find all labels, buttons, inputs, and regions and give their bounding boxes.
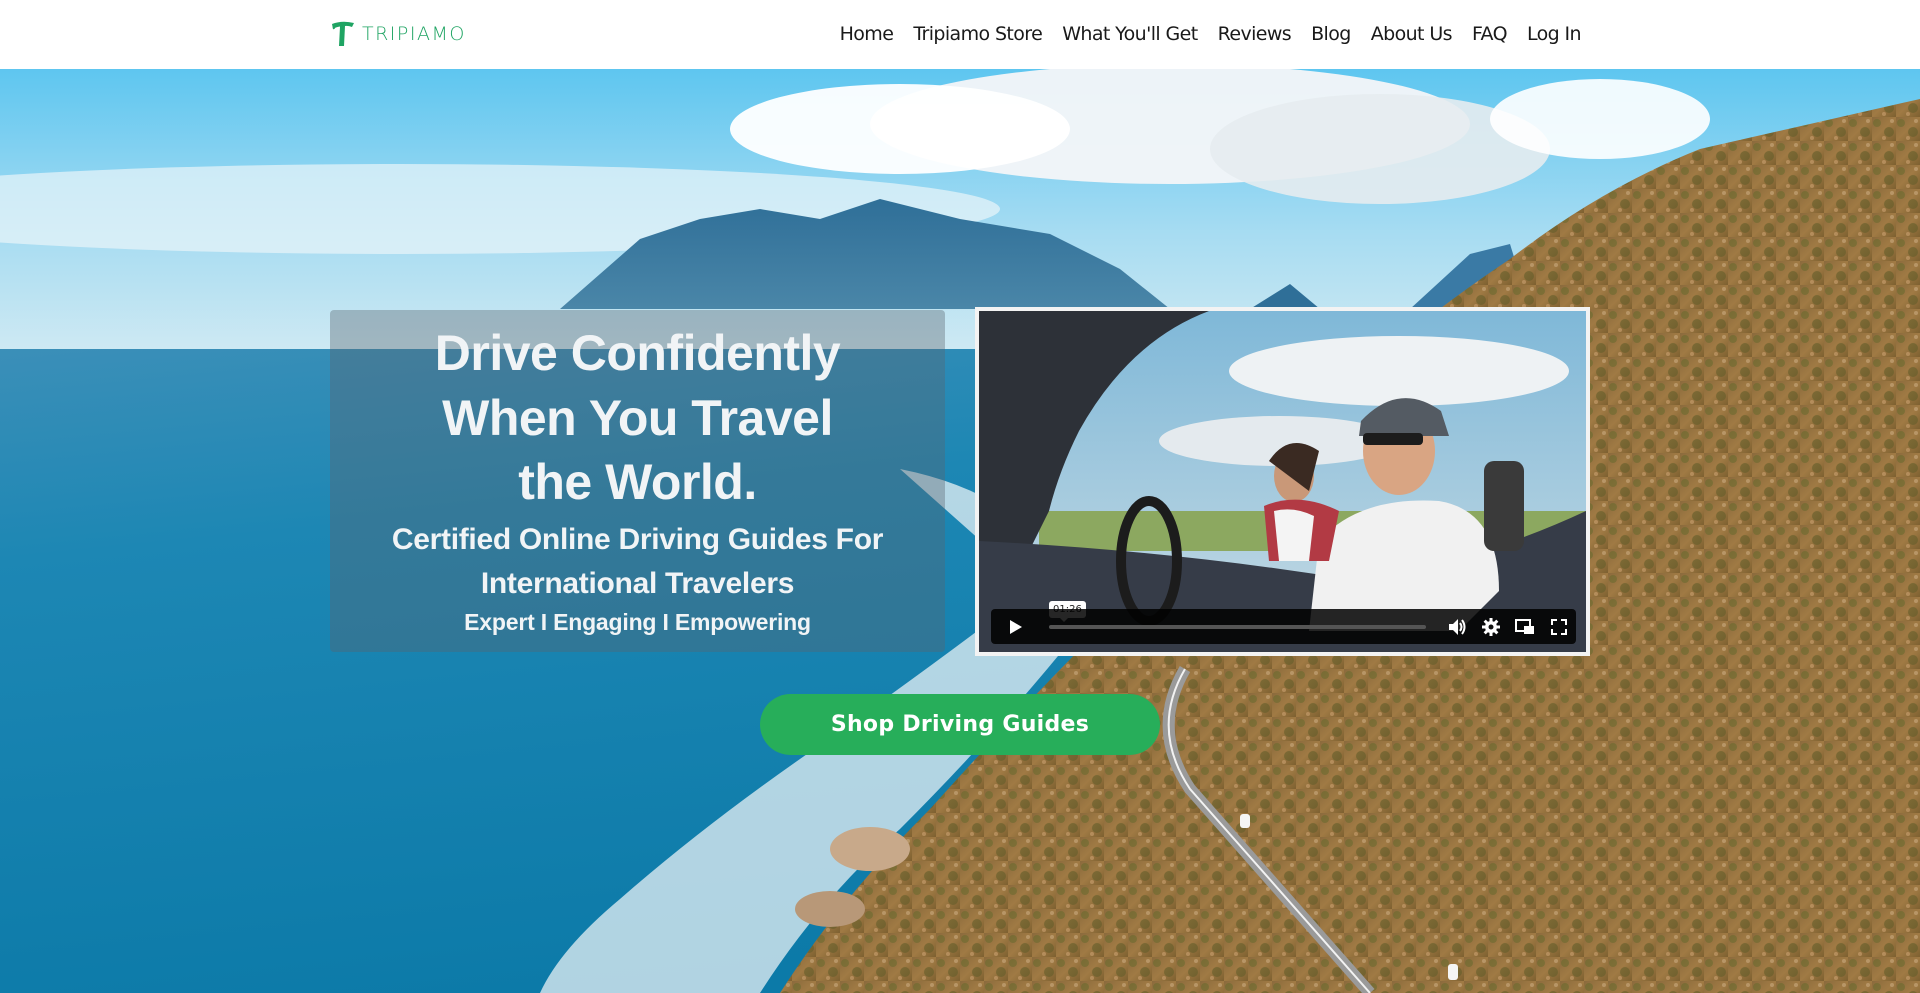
play-icon <box>1010 619 1022 634</box>
settings-button[interactable] <box>1474 609 1508 644</box>
shop-driving-guides-button[interactable]: Shop Driving Guides <box>760 694 1160 755</box>
fullscreen-icon <box>1551 618 1567 635</box>
pip-button[interactable] <box>1508 609 1542 644</box>
logo[interactable]: TRIPIAMO <box>330 20 466 48</box>
nav-about-us[interactable]: About Us <box>1361 19 1462 49</box>
nav-what-youll-get[interactable]: What You'll Get <box>1052 19 1207 49</box>
nav-reviews[interactable]: Reviews <box>1208 19 1302 49</box>
site-header: TRIPIAMO Home Tripiamo Store What You'll… <box>0 0 1920 69</box>
video-controls <box>991 609 1576 644</box>
nav-home[interactable]: Home <box>830 19 904 49</box>
tagline: Expert I Engaging I Empowering <box>464 609 811 635</box>
nav-log-in[interactable]: Log In <box>1517 19 1582 49</box>
play-button[interactable] <box>999 609 1033 644</box>
hero-section: Drive Confidently When You Travel the Wo… <box>0 69 1920 993</box>
gear-icon <box>1482 617 1500 636</box>
logo-text: TRIPIAMO <box>362 23 466 45</box>
headline-line-1: Drive Confidently <box>434 325 841 381</box>
picture-in-picture-icon <box>1515 618 1534 634</box>
hero-background-image <box>0 69 1920 993</box>
nav-blog[interactable]: Blog <box>1301 19 1361 49</box>
volume-button[interactable] <box>1440 609 1474 644</box>
headline-line-2: When You Travel the World. <box>442 390 833 510</box>
fullscreen-button[interactable] <box>1542 609 1576 644</box>
video-player[interactable]: 01:26 <box>975 307 1590 656</box>
nav-tripiamo-store[interactable]: Tripiamo Store <box>903 19 1052 49</box>
tripiamo-t-logo-icon <box>332 21 354 46</box>
nav-faq[interactable]: FAQ <box>1462 19 1517 49</box>
main-nav: Home Tripiamo Store What You'll Get Revi… <box>830 19 1582 49</box>
progress-bar[interactable] <box>1049 624 1426 629</box>
subheadline: Certified Online Driving Guides For Inte… <box>391 523 884 600</box>
headline-card: Drive Confidently When You Travel the Wo… <box>330 310 945 652</box>
volume-icon <box>1449 618 1466 635</box>
